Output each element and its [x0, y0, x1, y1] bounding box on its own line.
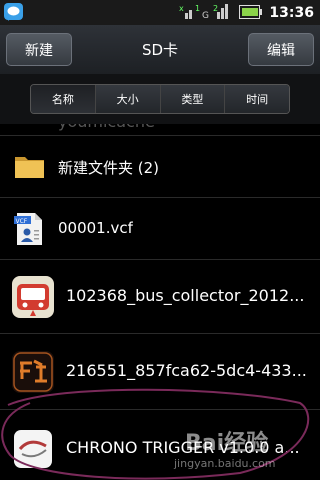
folder-icon — [14, 152, 46, 180]
file-name: 102368_bus_collector_2012... — [66, 286, 305, 305]
list-item[interactable]: 102368_bus_collector_2012... — [0, 260, 320, 334]
svg-text:x: x — [179, 4, 184, 13]
battery-icon — [239, 4, 263, 23]
sort-by-size-tab[interactable]: 大小 — [95, 85, 161, 113]
list-item[interactable]: CHRONO TRIGGER v1.0.0 a... — [0, 410, 320, 480]
page-title: SD卡 — [141, 41, 179, 59]
svg-text:VCF: VCF — [16, 218, 28, 225]
game-app-icon — [12, 351, 54, 393]
file-name: youmicache — [58, 124, 155, 131]
file-name: 新建文件夹 (2) — [58, 159, 160, 177]
svg-text:G: G — [202, 11, 209, 20]
file-name: CHRONO TRIGGER v1.0.0 a... — [66, 438, 300, 457]
list-item[interactable]: 新建文件夹 (2) — [0, 136, 320, 198]
file-list: youmicache 新建文件夹 (2) VCF 00001.v — [0, 124, 320, 480]
list-item[interactable]: youmicache — [0, 124, 320, 136]
chat-notification-icon — [3, 2, 25, 22]
bus-app-icon — [12, 276, 54, 318]
file-name: 216551_857fca62-5dc4-433... — [66, 361, 307, 380]
clock: 13:36 — [269, 5, 314, 21]
sort-segmented-control: 名称 大小 类型 时间 — [30, 84, 290, 114]
sort-bar: 名称 大小 类型 时间 — [0, 74, 320, 124]
vcard-icon: VCF — [13, 212, 45, 246]
edit-button[interactable]: 编辑 — [248, 33, 314, 66]
svg-text:2: 2 — [213, 4, 218, 13]
file-name: 00001.vcf — [58, 219, 133, 237]
signal-icon: x 1 G 2 — [177, 2, 233, 24]
status-bar: x 1 G 2 13:36 — [0, 0, 320, 25]
title-bar: 新建 SD卡 编辑 — [0, 25, 320, 74]
sort-by-time-tab[interactable]: 时间 — [225, 85, 289, 113]
svg-text:1: 1 — [195, 4, 200, 13]
new-button[interactable]: 新建 — [6, 33, 72, 66]
list-item[interactable]: VCF 00001.vcf — [0, 198, 320, 260]
sort-by-type-tab[interactable]: 类型 — [160, 85, 226, 113]
list-item[interactable]: 216551_857fca62-5dc4-433... — [0, 334, 320, 410]
sort-by-name-tab[interactable]: 名称 — [31, 85, 96, 113]
chrono-app-icon — [14, 430, 52, 468]
